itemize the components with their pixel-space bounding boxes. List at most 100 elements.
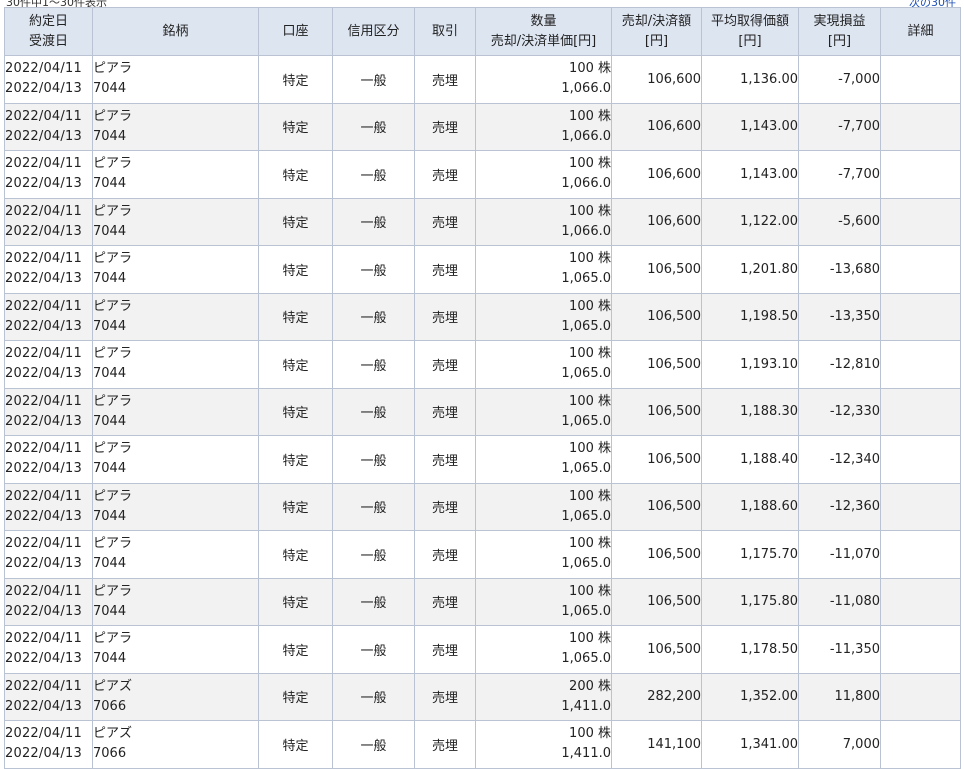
realized-pnl-cell: -12,340 xyxy=(798,435,881,484)
col-header-account: 口座 xyxy=(258,7,333,56)
qty-price-cell: 100 株 1,065.0 xyxy=(475,387,612,436)
realized-pnl-cell: -12,360 xyxy=(798,482,881,531)
amount-cell: 106,500 xyxy=(611,482,702,531)
trade-type-cell: 売埋 xyxy=(414,150,476,199)
stock-name-code-cell: ピアラ 7044 xyxy=(92,102,259,151)
qty-price-cell: 100 株 1,065.0 xyxy=(475,530,612,579)
realized-pnl-cell: -5,600 xyxy=(798,197,881,246)
avg-cost-cell: 1,341.00 xyxy=(701,720,799,769)
amount-cell: 106,600 xyxy=(611,150,702,199)
table-row: 2022/04/11 2022/04/13 ピアラ 7044 特定 一般 売埋 100 株 1,… xyxy=(4,625,961,674)
trade-settle-date-cell: 2022/04/11 2022/04/13 xyxy=(4,672,93,721)
amount-cell: 106,600 xyxy=(611,55,702,104)
credit-type-cell: 一般 xyxy=(332,577,415,626)
table-row: 2022/04/11 2022/04/13 ピアラ 7044 特定 一般 売埋 100 株 1,… xyxy=(4,530,961,579)
table-row: 2022/04/11 2022/04/13 ピアラ 7044 特定 一般 売埋 100 株 1,… xyxy=(4,150,961,199)
trade-type-cell: 売埋 xyxy=(414,197,476,246)
amount-cell: 141,100 xyxy=(611,720,702,769)
trade-type-cell: 売埋 xyxy=(414,530,476,579)
trade-type-cell: 売埋 xyxy=(414,387,476,436)
account-type-cell: 特定 xyxy=(258,577,333,626)
account-type-cell: 特定 xyxy=(258,720,333,769)
trade-settle-date-cell: 2022/04/11 2022/04/13 xyxy=(4,55,93,104)
amount-cell: 106,500 xyxy=(611,435,702,484)
detail-cell xyxy=(880,245,961,294)
trade-settle-date-cell: 2022/04/11 2022/04/13 xyxy=(4,340,93,389)
credit-type-cell: 一般 xyxy=(332,197,415,246)
table-row: 2022/04/11 2022/04/13 ピアラ 7044 特定 一般 売埋 100 株 1,… xyxy=(4,245,961,294)
qty-price-cell: 200 株 1,411.0 xyxy=(475,672,612,721)
detail-cell xyxy=(880,435,961,484)
realized-pnl-cell: -11,080 xyxy=(798,577,881,626)
avg-cost-cell: 1,143.00 xyxy=(701,150,799,199)
credit-type-cell: 一般 xyxy=(332,55,415,104)
realized-pnl-cell: -11,070 xyxy=(798,530,881,579)
detail-cell xyxy=(880,482,961,531)
avg-cost-cell: 1,188.60 xyxy=(701,482,799,531)
table-row: 2022/04/11 2022/04/13 ピアラ 7044 特定 一般 売埋 100 株 1,… xyxy=(4,292,961,341)
realized-pnl-cell: -13,350 xyxy=(798,292,881,341)
qty-price-cell: 100 株 1,066.0 xyxy=(475,197,612,246)
account-type-cell: 特定 xyxy=(258,55,333,104)
col-header-qty-price: 数量 売却/決済単価[円] xyxy=(475,7,612,56)
qty-price-cell: 100 株 1,065.0 xyxy=(475,625,612,674)
credit-type-cell: 一般 xyxy=(332,530,415,579)
trade-type-cell: 売埋 xyxy=(414,482,476,531)
realized-pnl-cell: -12,810 xyxy=(798,340,881,389)
detail-cell xyxy=(880,102,961,151)
trade-settle-date-cell: 2022/04/11 2022/04/13 xyxy=(4,197,93,246)
col-header-avg-cost: 平均取得価額 [円] xyxy=(701,7,799,56)
qty-price-cell: 100 株 1,065.0 xyxy=(475,482,612,531)
avg-cost-cell: 1,122.00 xyxy=(701,197,799,246)
amount-cell: 106,600 xyxy=(611,197,702,246)
stock-name-code-cell: ピアラ 7044 xyxy=(92,387,259,436)
qty-price-cell: 100 株 1,066.0 xyxy=(475,150,612,199)
detail-cell xyxy=(880,292,961,341)
account-type-cell: 特定 xyxy=(258,387,333,436)
realized-pnl-cell: 11,800 xyxy=(798,672,881,721)
trade-type-cell: 売埋 xyxy=(414,340,476,389)
stock-name-code-cell: ピアラ 7044 xyxy=(92,482,259,531)
trade-results-table: 約定日 受渡日 銘柄 口座 信用区分 取引 数量 売却/決済単価[円] 売却/決済額… xyxy=(4,7,961,769)
avg-cost-cell: 1,175.70 xyxy=(701,530,799,579)
trade-settle-date-cell: 2022/04/11 2022/04/13 xyxy=(4,150,93,199)
credit-type-cell: 一般 xyxy=(332,387,415,436)
realized-pnl-cell: 7,000 xyxy=(798,720,881,769)
stock-name-code-cell: ピアラ 7044 xyxy=(92,197,259,246)
table-row: 2022/04/11 2022/04/13 ピアラ 7044 特定 一般 売埋 100 株 1,… xyxy=(4,55,961,104)
credit-type-cell: 一般 xyxy=(332,482,415,531)
credit-type-cell: 一般 xyxy=(332,292,415,341)
qty-price-cell: 100 株 1,411.0 xyxy=(475,720,612,769)
amount-cell: 282,200 xyxy=(611,672,702,721)
col-header-detail: 詳細 xyxy=(880,7,961,56)
credit-type-cell: 一般 xyxy=(332,435,415,484)
stock-name-code-cell: ピアラ 7044 xyxy=(92,530,259,579)
stock-name-code-cell: ピアラ 7044 xyxy=(92,340,259,389)
account-type-cell: 特定 xyxy=(258,672,333,721)
col-header-dates: 約定日 受渡日 xyxy=(4,7,93,56)
stock-name-code-cell: ピアラ 7044 xyxy=(92,150,259,199)
qty-price-cell: 100 株 1,065.0 xyxy=(475,340,612,389)
trade-type-cell: 売埋 xyxy=(414,720,476,769)
qty-price-cell: 100 株 1,065.0 xyxy=(475,577,612,626)
credit-type-cell: 一般 xyxy=(332,720,415,769)
col-header-amount: 売却/決済額 [円] xyxy=(611,7,702,56)
avg-cost-cell: 1,188.40 xyxy=(701,435,799,484)
detail-cell xyxy=(880,672,961,721)
stock-name-code-cell: ピアラ 7044 xyxy=(92,245,259,294)
account-type-cell: 特定 xyxy=(258,102,333,151)
detail-cell xyxy=(880,530,961,579)
table-row: 2022/04/11 2022/04/13 ピアラ 7044 特定 一般 売埋 100 株 1,… xyxy=(4,197,961,246)
credit-type-cell: 一般 xyxy=(332,340,415,389)
avg-cost-cell: 1,198.50 xyxy=(701,292,799,341)
qty-price-cell: 100 株 1,065.0 xyxy=(475,292,612,341)
avg-cost-cell: 1,188.30 xyxy=(701,387,799,436)
realized-pnl-cell: -12,330 xyxy=(798,387,881,436)
amount-cell: 106,500 xyxy=(611,577,702,626)
trade-settle-date-cell: 2022/04/11 2022/04/13 xyxy=(4,577,93,626)
detail-cell xyxy=(880,577,961,626)
trade-settle-date-cell: 2022/04/11 2022/04/13 xyxy=(4,625,93,674)
credit-type-cell: 一般 xyxy=(332,245,415,294)
account-type-cell: 特定 xyxy=(258,482,333,531)
detail-cell xyxy=(880,150,961,199)
